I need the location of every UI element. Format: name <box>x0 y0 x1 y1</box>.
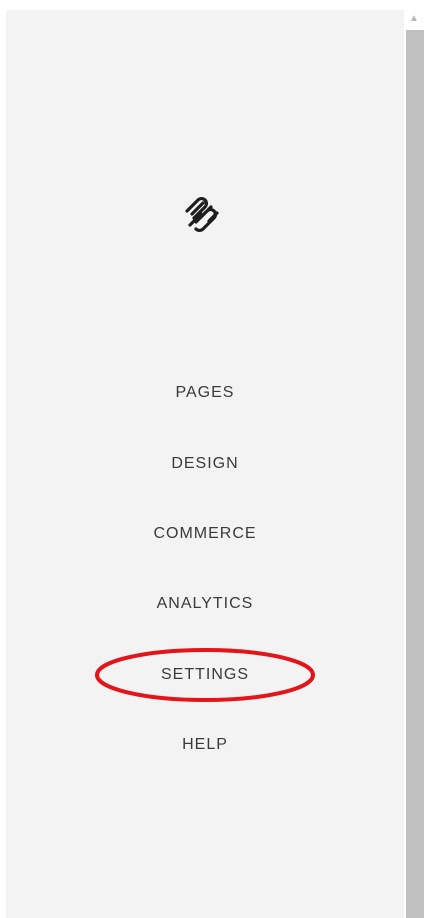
squarespace-logo-icon[interactable] <box>181 193 223 235</box>
scrollbar-thumb[interactable] <box>406 30 424 918</box>
nav-item-settings[interactable]: SETTINGS <box>6 658 404 692</box>
scroll-up-arrow-icon[interactable]: ▲ <box>404 10 424 28</box>
nav-item-help[interactable]: HELP <box>6 728 404 762</box>
nav-item-pages[interactable]: PAGES <box>6 376 404 410</box>
nav-item-commerce[interactable]: COMMERCE <box>6 517 404 551</box>
nav-item-analytics[interactable]: ANALYTICS <box>6 587 404 621</box>
nav-item-design[interactable]: DESIGN <box>6 447 404 481</box>
